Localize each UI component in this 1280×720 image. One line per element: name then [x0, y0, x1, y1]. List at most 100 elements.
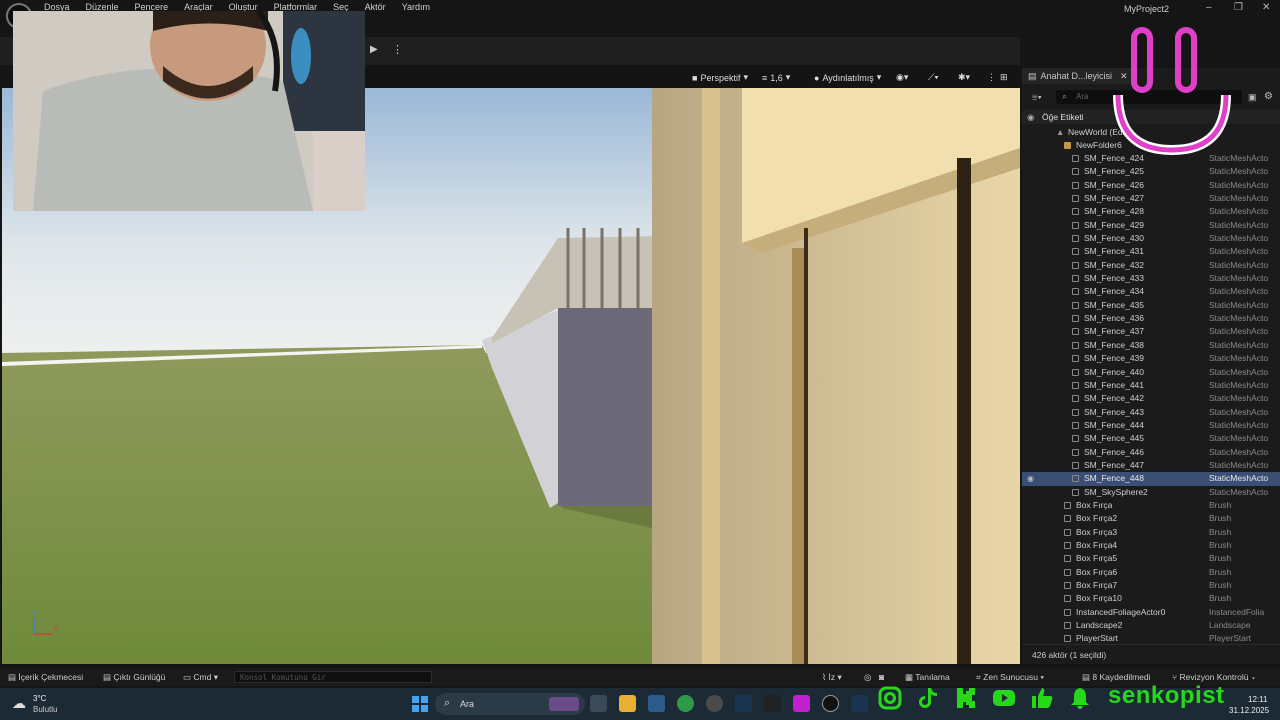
tree-row[interactable]: SM_Fence_442 StaticMeshActo	[1022, 392, 1280, 405]
content-drawer-button[interactable]: ▤ İçerik Çekmecesi	[8, 672, 83, 683]
tree-row[interactable]: SM_Fence_431 StaticMeshActo	[1022, 245, 1280, 258]
tree-row[interactable]: SM_Fence_435 StaticMeshActo	[1022, 299, 1280, 312]
app-pink-icon[interactable]	[793, 695, 810, 712]
brush-icon	[1064, 595, 1071, 603]
tree-row[interactable]: SM_Fence_426 StaticMeshActo	[1022, 179, 1280, 192]
tree-row-type: StaticMeshActo	[1209, 339, 1269, 350]
tree-row-name: Box Fırça4	[1076, 539, 1118, 550]
tree-row[interactable]: SM_Fence_439 StaticMeshActo	[1022, 352, 1280, 365]
tree-row[interactable]: SM_Fence_447 StaticMeshActo	[1022, 459, 1280, 472]
tree-row[interactable]: SM_Fence_433 StaticMeshActo	[1022, 272, 1280, 285]
tree-row-type: StaticMeshActo	[1209, 419, 1269, 430]
steam-app-icon[interactable]	[851, 695, 868, 712]
world-icon: ▲	[1056, 127, 1065, 137]
tree-row[interactable]: SM_Fence_428 StaticMeshActo	[1022, 205, 1280, 218]
perspective-label: Perspektif	[700, 72, 741, 83]
more-options-icon[interactable]: ⋮	[392, 43, 403, 56]
tree-row[interactable]: SM_Fence_445 StaticMeshActo	[1022, 432, 1280, 445]
tree-row-name: SM_Fence_441	[1084, 379, 1145, 390]
tree-row-type: StaticMeshActo	[1209, 406, 1269, 417]
perspective-button[interactable]: ■ Perspektif ▾	[692, 72, 748, 83]
tree-row[interactable]: Landscape2 Landscape	[1022, 619, 1280, 632]
diagnostics-button[interactable]: ▦ Tanılama	[905, 672, 950, 683]
tree-row[interactable]: Box Fırça10 Brush	[1022, 592, 1280, 605]
static-mesh-icon	[1072, 408, 1079, 416]
clock-date: 31.12.2025	[1229, 706, 1270, 715]
transform-icon[interactable]: ⟋▾	[928, 72, 939, 83]
tree-row[interactable]: Box Fırça4 Brush	[1022, 539, 1280, 552]
menu-actor[interactable]: Aktör	[365, 2, 386, 12]
layout-icon[interactable]: ⊞	[1000, 72, 1008, 83]
tree-row[interactable]: SM_Fence_436 StaticMeshActo	[1022, 312, 1280, 325]
cmd-dropdown[interactable]: ▭ Cmd ▾	[183, 672, 218, 683]
record-icon[interactable]: ◎	[864, 672, 871, 683]
tree-row[interactable]: Box Fırça6 Brush	[1022, 566, 1280, 579]
more-options-icon[interactable]: ⋮	[987, 72, 996, 83]
tree-row[interactable]: SM_Fence_438 StaticMeshActo	[1022, 339, 1280, 352]
tree-row-name: Box Fırça6	[1076, 566, 1118, 577]
console-input[interactable]: Konsol Komutunu Gir	[234, 671, 432, 683]
filter-icon[interactable]: ⩸▾	[1032, 92, 1042, 103]
tree-row-type: StaticMeshActo	[1209, 246, 1269, 257]
tree-row[interactable]: SM_Fence_444 StaticMeshActo	[1022, 419, 1280, 432]
taskbar-search-input[interactable]: ⌕ Ara	[435, 693, 585, 715]
static-mesh-icon	[1072, 155, 1079, 162]
tree-row[interactable]: SM_Fence_446 StaticMeshActo	[1022, 446, 1280, 459]
tree-row[interactable]: SM_Fence_437 StaticMeshActo	[1022, 325, 1280, 338]
tree-row[interactable]: SM_Fence_430 StaticMeshActo	[1022, 232, 1280, 245]
maximize-icon[interactable]: ❐	[1234, 2, 1243, 13]
file-explorer-icon[interactable]	[619, 695, 636, 712]
item-label-column[interactable]: Öğe Etiketi	[1042, 112, 1084, 122]
close-icon[interactable]: ✕	[1262, 2, 1270, 13]
menu-help[interactable]: Yardım	[402, 2, 430, 12]
tree-row[interactable]: ◉ SM_Fence_448 StaticMeshActo	[1022, 472, 1280, 486]
tree-row[interactable]: Box Fırça2 Brush	[1022, 512, 1280, 525]
tree-row-name: SM_Fence_444	[1084, 419, 1145, 430]
tree-row[interactable]: Box Fırça5 Brush	[1022, 552, 1280, 565]
steam-icon[interactable]	[735, 695, 752, 712]
minimize-icon[interactable]: –	[1206, 2, 1212, 13]
zen-server-button[interactable]: ⌗ Zen Sunucusu ▾	[976, 672, 1044, 683]
viewport-toolbar: ■ Perspektif ▾ ≡ 1,6 ▾ ● Aydınlatılmış ▾…	[366, 68, 1020, 88]
view-mode-button[interactable]: ● Aydınlatılmış ▾	[814, 72, 881, 83]
github-icon[interactable]	[706, 695, 723, 712]
tree-row[interactable]: SM_Fence_429 StaticMeshActo	[1022, 219, 1280, 232]
tree-row[interactable]: InstancedFoliageActor0 InstancedFolia	[1022, 606, 1280, 619]
tree-row[interactable]: SM_Fence_434 StaticMeshActo	[1022, 285, 1280, 298]
brush-icon	[1064, 568, 1071, 576]
camera-icon[interactable]: ◙	[879, 672, 884, 682]
trace-button[interactable]: ⌇ İz ▾	[822, 672, 842, 683]
show-icon[interactable]: ◉▾	[896, 72, 908, 83]
settings-icon[interactable]: ⚙	[1264, 91, 1273, 102]
visibility-eye-icon[interactable]: ◉	[1027, 472, 1034, 485]
output-log-button[interactable]: ▤ Çıktı Günlüğü	[103, 672, 165, 683]
add-folder-icon[interactable]: ▣	[1248, 92, 1257, 103]
diagnostics-label: Tanılama	[915, 672, 950, 682]
tree-row[interactable]: SM_SkySphere2 StaticMeshActo	[1022, 486, 1280, 499]
tree-row[interactable]: SM_Fence_432 StaticMeshActo	[1022, 259, 1280, 272]
windows-start-icon[interactable]	[412, 696, 428, 712]
store-icon[interactable]	[648, 695, 665, 712]
tree-row[interactable]: SM_Fence_427 StaticMeshActo	[1022, 192, 1280, 205]
tree-row[interactable]: Box Fırça7 Brush	[1022, 579, 1280, 592]
tree-row-type: Brush	[1209, 593, 1232, 604]
settings-icon[interactable]: ✱▾	[958, 72, 970, 83]
task-view-icon[interactable]	[590, 695, 607, 712]
revision-control-button[interactable]: ⑂ Revizyon Kontrolü ▾	[1172, 672, 1256, 682]
play-icon[interactable]: ▶	[370, 44, 382, 56]
unreal-engine-icon[interactable]	[822, 695, 839, 712]
tree-row[interactable]: SM_Fence_441 StaticMeshActo	[1022, 379, 1280, 392]
weather-cloud-icon[interactable]: ☁	[12, 695, 26, 712]
tree-row[interactable]: SM_Fence_440 StaticMeshActo	[1022, 366, 1280, 379]
chrome-icon[interactable]	[677, 695, 694, 712]
brush-icon	[1064, 608, 1071, 616]
tree-row[interactable]: Box Fırça3 Brush	[1022, 526, 1280, 539]
visibility-column-icon[interactable]: ◉	[1027, 112, 1034, 123]
epic-games-icon[interactable]	[764, 695, 781, 712]
camera-speed-button[interactable]: ≡ 1,6 ▾	[762, 72, 790, 83]
tree-row-name: SM_Fence_448	[1084, 473, 1145, 484]
tree-row[interactable]: SM_Fence_425 StaticMeshActo	[1022, 165, 1280, 178]
tree-row[interactable]: Box Fırça Brush	[1022, 499, 1280, 512]
tree-row[interactable]: SM_Fence_443 StaticMeshActo	[1022, 406, 1280, 419]
static-mesh-icon	[1072, 221, 1079, 229]
